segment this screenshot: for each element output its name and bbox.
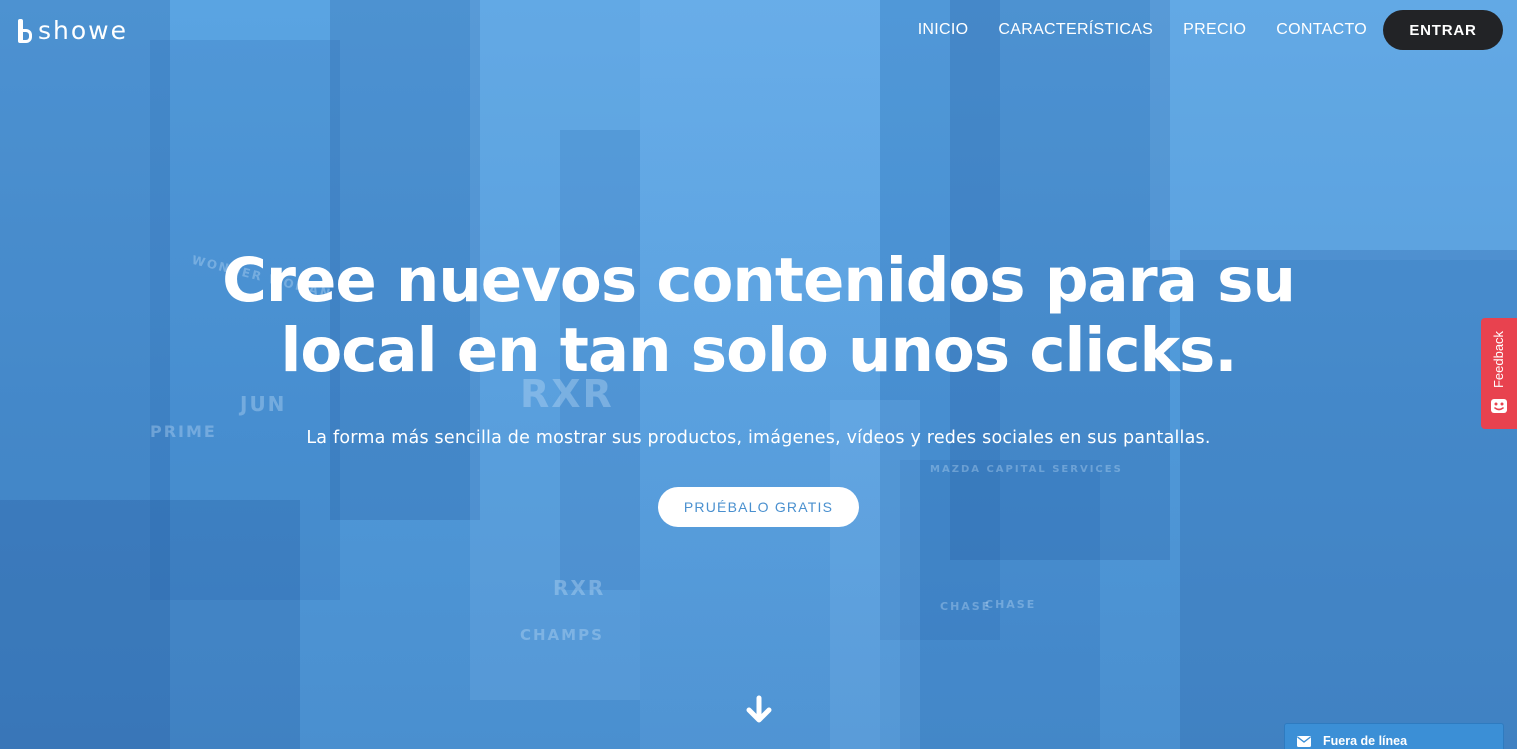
arrow-down-icon[interactable]: [744, 695, 774, 725]
hero-headline-line-2: local en tan solo unos clicks.: [280, 315, 1237, 386]
feedback-tab[interactable]: Feedback: [1481, 318, 1517, 429]
bg-sign: CHASE: [985, 598, 1037, 611]
bg-sign: CHAMPS: [520, 626, 604, 644]
brand-name: showe: [38, 16, 128, 45]
bg-sign: CHASE: [940, 600, 992, 613]
hero-headline: Cree nuevos contenidos para su local en …: [0, 246, 1517, 386]
main-nav: INICIO CARACTERÍSTICAS PRECIO CONTACTO E…: [918, 10, 1503, 50]
nav-link-contacto[interactable]: CONTACTO: [1276, 21, 1367, 39]
nav-link-inicio[interactable]: INICIO: [918, 21, 969, 39]
chat-widget[interactable]: Fuera de línea: [1284, 723, 1504, 749]
bg-sign: MAZDA CAPITAL SERVICES: [930, 464, 1123, 475]
hero-section: RXR RXR CHAMPS CHASE CHASE MAZDA CAPITAL…: [0, 0, 1517, 749]
showe-logo-icon: [18, 18, 32, 43]
hero-subheadline: La forma más sencilla de mostrar sus pro…: [306, 428, 1211, 448]
login-button[interactable]: ENTRAR: [1383, 10, 1503, 50]
feedback-label: Feedback: [1491, 330, 1507, 388]
bg-sign: JUN: [240, 392, 287, 416]
envelope-icon: [1297, 735, 1311, 747]
chat-status-label: Fuera de línea: [1323, 734, 1408, 748]
bg-sign: RXR: [553, 576, 606, 600]
try-free-button[interactable]: PRUÉBALO GRATIS: [658, 487, 859, 527]
hero-headline-line-1: Cree nuevos contenidos para su: [222, 245, 1296, 316]
brand-logo[interactable]: showe: [18, 16, 128, 45]
nav-link-precio[interactable]: PRECIO: [1183, 21, 1246, 39]
feedback-face-icon: [1490, 398, 1508, 414]
nav-link-caracteristicas[interactable]: CARACTERÍSTICAS: [998, 21, 1153, 39]
